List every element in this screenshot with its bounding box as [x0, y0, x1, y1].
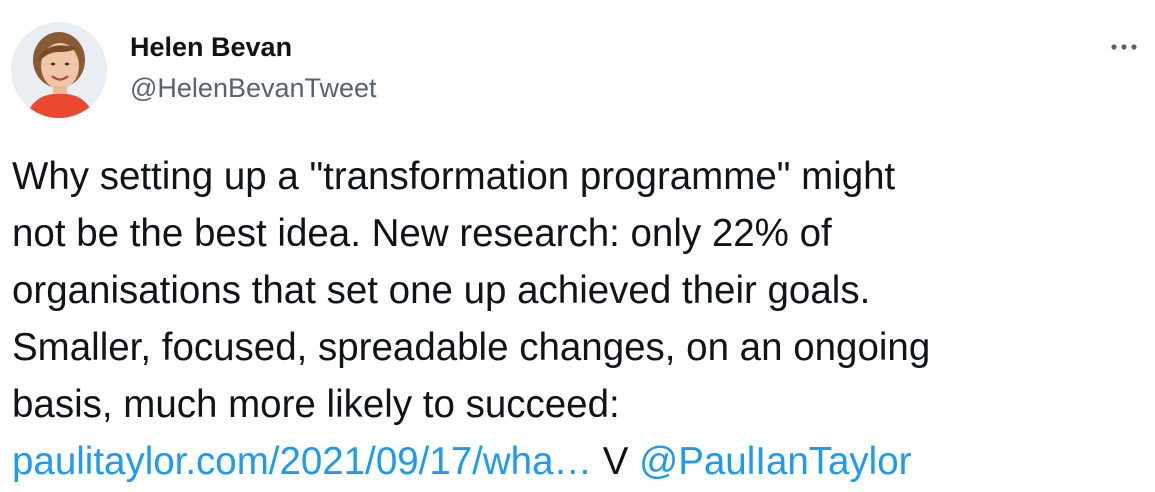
author-name[interactable]: Helen Bevan	[130, 30, 292, 64]
mention-link[interactable]: @PaulIanTaylor	[639, 440, 911, 483]
author-handle[interactable]: @HelenBevanTweet	[130, 71, 377, 105]
avatar-image	[11, 22, 107, 118]
tweet-text-line: organisations that set one up achieved t…	[12, 269, 871, 312]
more-options-button[interactable]	[1102, 32, 1146, 62]
via-text: V	[602, 440, 629, 483]
tweet-url-link[interactable]: paulitaylor.com/2021/09/17/wha…	[12, 440, 592, 483]
tweet: Helen Bevan @HelenBevanTweet Why setting…	[0, 0, 1155, 492]
avatar[interactable]	[11, 22, 107, 118]
more-horizontal-icon	[1111, 44, 1137, 50]
tweet-text-line: not be the best idea. New research: only…	[12, 212, 832, 255]
tweet-text-line: Why setting up a "transformation program…	[12, 155, 896, 198]
tweet-text-line: Smaller, focused, spreadable changes, on…	[12, 326, 931, 369]
tweet-text: Why setting up a "transformation program…	[12, 148, 1147, 490]
tweet-text-line: basis, much more likely to succeed:	[12, 383, 620, 426]
tweet-link-line: paulitaylor.com/2021/09/17/wha… V @PaulI…	[12, 433, 1147, 490]
